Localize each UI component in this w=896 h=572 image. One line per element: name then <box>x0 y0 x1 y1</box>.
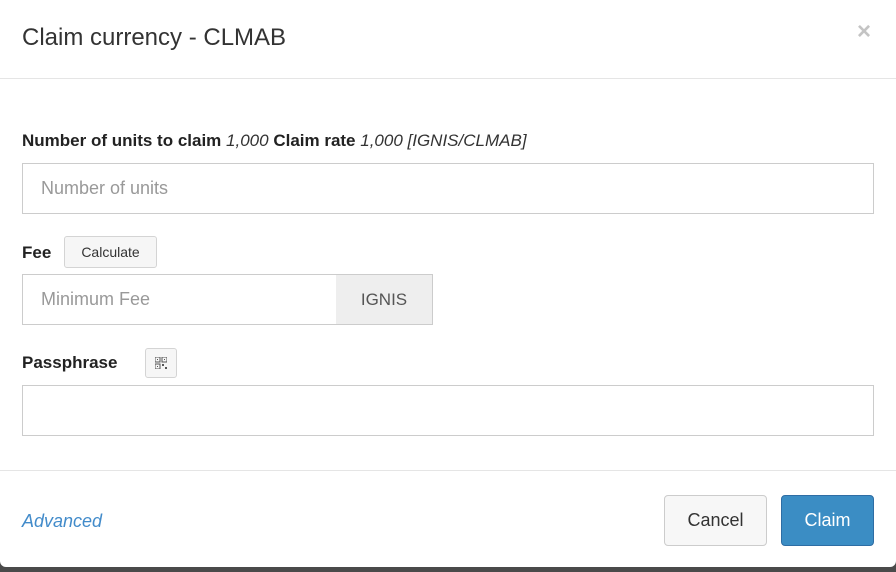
fee-input[interactable] <box>22 274 337 325</box>
claim-rate-value: 1,000 [IGNIS/CLMAB] <box>360 131 527 150</box>
qr-code-button[interactable] <box>145 348 177 378</box>
claim-currency-modal: Claim currency - CLMAB × Number of units… <box>0 0 896 567</box>
units-label: Number of units to claim <box>22 131 222 150</box>
units-label-row: Number of units to claim 1,000 Claim rat… <box>22 130 527 152</box>
units-input[interactable] <box>22 163 874 214</box>
passphrase-label: Passphrase <box>22 353 118 372</box>
advanced-link[interactable]: Advanced <box>22 510 102 532</box>
qr-code-icon <box>154 356 168 370</box>
claim-rate-label: Claim rate <box>273 131 356 150</box>
claim-button[interactable]: Claim <box>781 495 874 546</box>
modal-header: Claim currency - CLMAB × <box>0 0 896 79</box>
passphrase-input[interactable] <box>22 385 874 436</box>
cancel-button[interactable]: Cancel <box>664 495 767 546</box>
modal-footer: Advanced Cancel Claim <box>0 470 896 567</box>
fee-label: Fee <box>22 243 52 262</box>
modal-title: Claim currency - CLMAB <box>22 24 287 51</box>
fee-currency-addon: IGNIS <box>336 274 433 325</box>
close-icon[interactable]: × <box>852 18 876 46</box>
units-value: 1,000 <box>226 131 269 150</box>
calculate-fee-button[interactable]: Calculate <box>64 236 157 268</box>
